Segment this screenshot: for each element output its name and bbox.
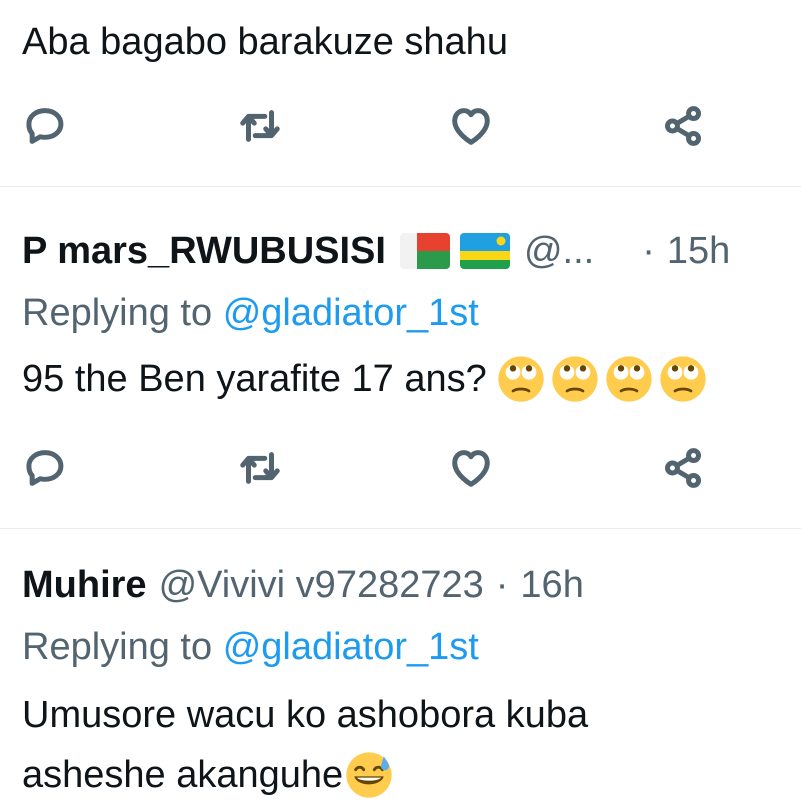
separator-dot: ·: [495, 564, 509, 606]
tweet-actions: [0, 101, 801, 151]
tweet-text-line-2-container: asheshe akanguhe: [22, 751, 393, 799]
like-icon: [452, 450, 490, 487]
replying-to: Replying to @gladiator_1st: [22, 625, 479, 669]
like-button[interactable]: [446, 443, 496, 493]
share-button[interactable]: [658, 443, 708, 493]
tweet-text: Aba bagabo barakuze shahu: [22, 21, 508, 63]
tweet-header: P mars_RWUBUSISI @... · 15h: [22, 229, 730, 273]
replying-to: Replying to @gladiator_1st: [22, 291, 479, 335]
timestamp[interactable]: 16h: [520, 563, 583, 607]
face-with-rolling-eyes-icon: [552, 356, 598, 402]
tweet-text-container: 95 the Ben yarafite 17 ans?: [22, 355, 707, 403]
reply-icon: [26, 450, 64, 486]
retweet-icon: [240, 110, 280, 142]
tweet-text-line-2: asheshe akanguhe: [22, 754, 344, 796]
face-with-rolling-eyes-icon: [660, 356, 706, 402]
share-icon: [664, 106, 702, 146]
display-name[interactable]: P mars_RWUBUSISI: [22, 229, 386, 273]
tweet-text: 95 the Ben yarafite 17 ans?: [22, 358, 487, 400]
separator-dot: ·: [642, 230, 655, 272]
like-icon: [452, 108, 490, 145]
retweet-button[interactable]: [235, 101, 285, 151]
tweet-text-line-1: Umusore wacu ko ashobora kuba: [22, 694, 589, 736]
retweet-icon: [240, 452, 280, 484]
retweet-button[interactable]: [235, 443, 285, 493]
timestamp[interactable]: 15h: [667, 229, 730, 273]
face-with-rolling-eyes-icon: [606, 356, 652, 402]
tweet-actions: [0, 443, 801, 493]
mention-link[interactable]: @gladiator_1st: [223, 292, 479, 334]
emoji-group: [497, 355, 707, 403]
madagascar-flag-icon: [399, 233, 450, 269]
user-handle[interactable]: @Vivivi v97282723: [159, 563, 484, 607]
tweet-1[interactable]: Aba bagabo barakuze shahu: [0, 0, 801, 186]
face-with-rolling-eyes-icon: [498, 356, 544, 402]
like-button[interactable]: [446, 101, 496, 151]
replying-label: Replying to: [22, 626, 213, 668]
reply-icon: [26, 108, 64, 144]
tweet-header: Muhire @Vivivi v97282723 · 16h: [22, 563, 584, 607]
user-handle[interactable]: @...: [524, 229, 594, 273]
reply-button[interactable]: [20, 443, 70, 493]
share-icon: [664, 448, 702, 488]
reply-button[interactable]: [20, 101, 70, 151]
display-name[interactable]: Muhire: [22, 563, 147, 607]
mention-link[interactable]: @gladiator_1st: [223, 626, 479, 668]
tweet-3[interactable]: Muhire @Vivivi v97282723 · 16h Replying …: [0, 529, 801, 809]
tweet-2[interactable]: P mars_RWUBUSISI @... · 15h Replying to …: [0, 187, 801, 527]
grinning-face-with-sweat-icon: [346, 752, 392, 798]
replying-label: Replying to: [22, 292, 213, 334]
share-button[interactable]: [658, 101, 708, 151]
rwanda-flag-icon: [459, 233, 510, 269]
